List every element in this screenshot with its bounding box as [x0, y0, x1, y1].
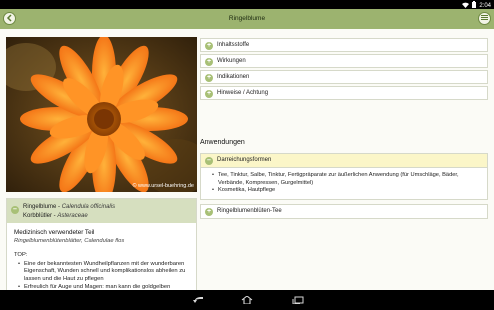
home-icon: [241, 291, 253, 309]
collapse-icon: –: [11, 206, 19, 214]
plant-name: Ringelblume: [23, 204, 57, 210]
status-bar: 2:04: [0, 0, 494, 9]
nav-home-button[interactable]: [241, 295, 253, 305]
plant-info-body: Medizinisch verwendeter Teil Ringelblume…: [14, 229, 192, 299]
section-inhaltsstoffe[interactable]: + Inhaltsstoffe: [200, 38, 488, 52]
expand-icon: +: [205, 42, 213, 50]
expand-icon: +: [205, 58, 213, 66]
expand-icon: +: [205, 208, 213, 216]
calendula-flower-image: [6, 37, 197, 192]
section-label: Indikationen: [217, 74, 250, 80]
action-bar: Ringelblume: [0, 9, 494, 29]
section-darreichungsformen[interactable]: – Darreichungsformen: [200, 153, 488, 168]
nav-back-icon: [192, 291, 204, 309]
recent-apps-icon: [292, 291, 304, 309]
section-label: Wirkungen: [217, 58, 246, 64]
section-label: Darreichungsformen: [217, 157, 272, 163]
expand-icon: +: [205, 90, 213, 98]
collapse-icon: –: [205, 157, 213, 165]
section-label: Hinweise / Achtung: [217, 90, 269, 96]
plant-name-line: Ringelblume - Calendula officinalis: [23, 204, 115, 210]
status-time: 2:04: [479, 2, 491, 9]
section-label: Inhaltsstoffe: [217, 42, 250, 48]
darreichung-list: Tee, Tinktur, Salbe, Tinktur, Fertigpräp…: [201, 168, 487, 195]
menu-button[interactable]: [478, 12, 491, 25]
plant-info-card: – Ringelblume - Calendula officinalis Ko…: [6, 198, 197, 300]
darreichungsformen-content: Tee, Tinktur, Salbe, Tinktur, Fertigpräp…: [200, 168, 488, 200]
plant-family: Korbblütler: [23, 213, 53, 219]
plant-latin-family: Asteraceae: [57, 213, 88, 219]
list-item: Tee, Tinktur, Salbe, Tinktur, Fertigpräp…: [211, 172, 483, 187]
list-item: Eine der bekanntesten Wundheilpflanzen m…: [14, 261, 192, 284]
menu-icon: [481, 14, 488, 23]
expand-icon: +: [205, 74, 213, 82]
plant-latin-name: Calendula officinalis: [61, 204, 116, 210]
nav-recents-button[interactable]: [292, 295, 304, 305]
medicinal-part-title: Medizinisch verwendeter Teil: [14, 229, 95, 236]
section-indikationen[interactable]: + Indikationen: [200, 70, 488, 84]
plant-info-header[interactable]: – Ringelblume - Calendula officinalis Ko…: [7, 199, 196, 223]
plant-photo: © www.ursel-buehring.de: [6, 37, 197, 192]
plant-family-line: Korbblütler - Asteraceae: [23, 213, 88, 219]
medicinal-part-value: Ringelblumenblütenblätter, Calendulae fl…: [14, 238, 125, 245]
section-hinweise[interactable]: + Hinweise / Achtung: [200, 86, 488, 100]
section-ringelblumenblueten-tee[interactable]: + Ringelblumenblüten-Tee: [200, 204, 488, 219]
anwendungen-title: Anwendungen: [200, 139, 245, 146]
main-content: © www.ursel-buehring.de – Ringelblume - …: [0, 29, 494, 300]
photo-caption: © www.ursel-buehring.de: [132, 183, 194, 189]
list-item: Kosmetika, Hautpflege: [211, 187, 483, 195]
top-label: TOP:: [14, 251, 28, 258]
section-label: Ringelblumenblüten-Tee: [217, 208, 282, 214]
navigation-bar: [0, 290, 494, 310]
section-wirkungen[interactable]: + Wirkungen: [200, 54, 488, 68]
page-title: Ringelblume: [228, 15, 266, 22]
nav-back-button[interactable]: [192, 295, 204, 305]
